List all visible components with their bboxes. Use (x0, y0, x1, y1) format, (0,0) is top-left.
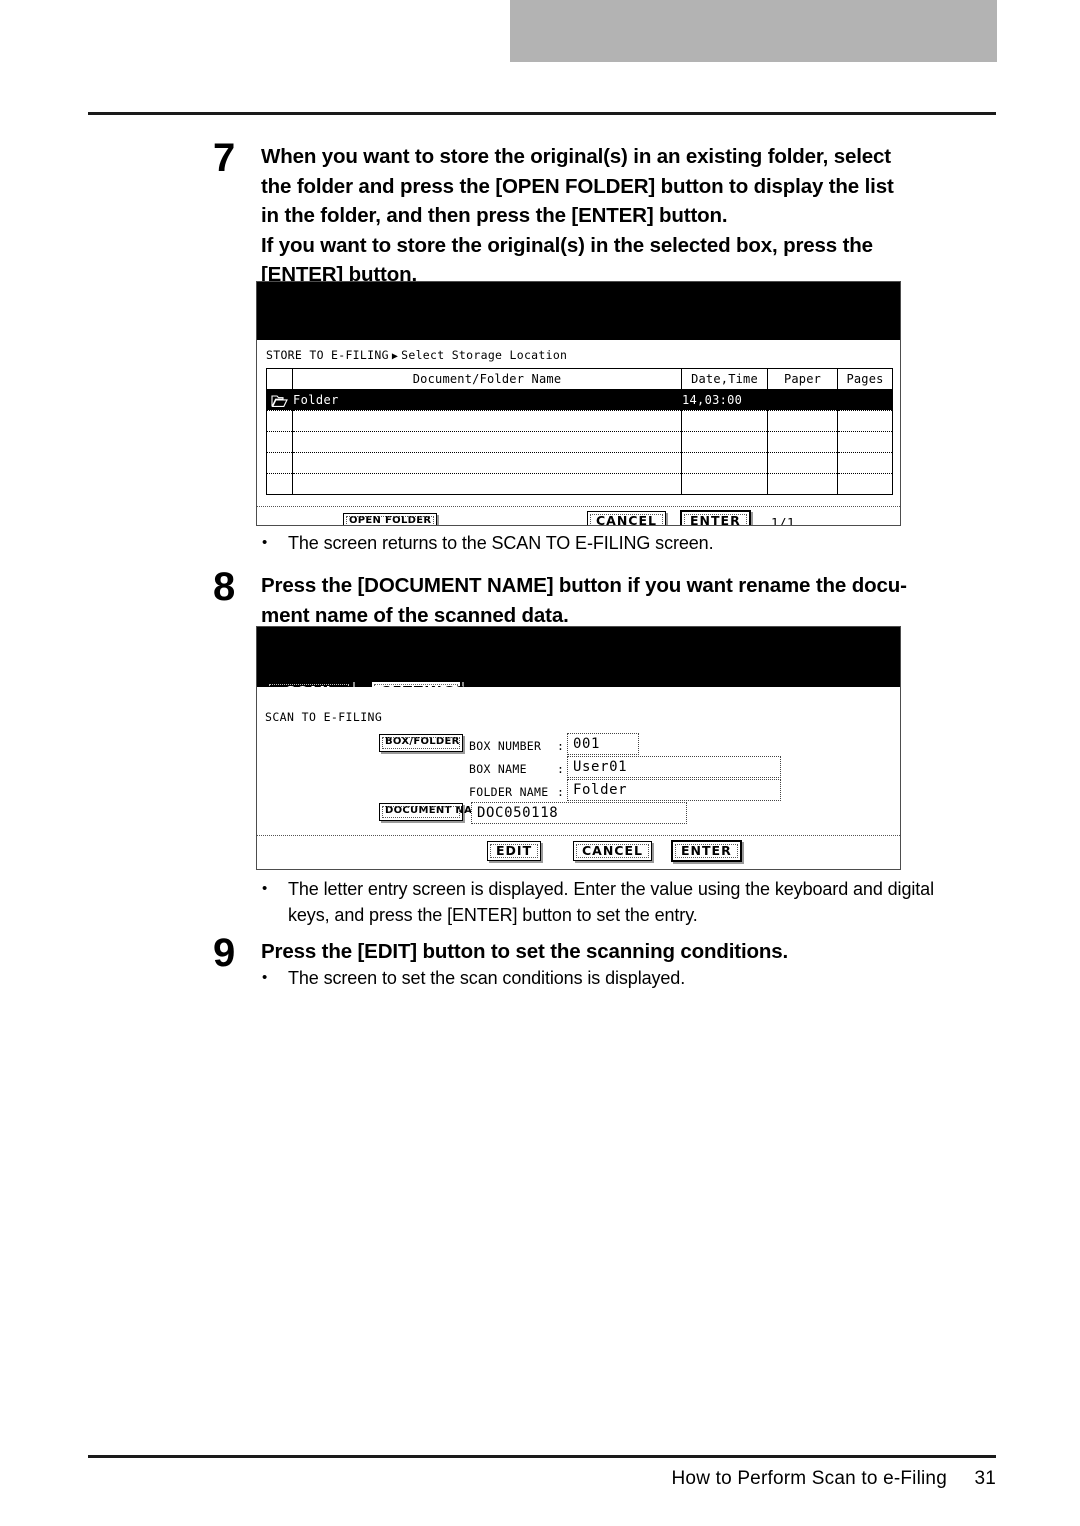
bullet-after-step-8: • The letter entry screen is displayed. … (262, 877, 1002, 928)
enter-button[interactable]: ENTER (680, 510, 751, 525)
lcd-header-band (257, 282, 900, 340)
footer-rule (88, 1455, 996, 1458)
folder-name-value[interactable]: Folder (567, 779, 781, 801)
edit-button[interactable]: EDIT (487, 841, 542, 862)
bullet-dot-icon: • (262, 969, 268, 986)
header-rule (88, 112, 996, 115)
enter-button-2[interactable]: ENTER (671, 840, 742, 863)
lcd-panel-scan-to-efiling: SCAN SETTINGS SCAN TO E-FILING BOX/FOLDE… (256, 626, 901, 870)
box-name-label: BOX NAME (469, 762, 527, 776)
bullet-text: The screen to set the scan conditions is… (288, 968, 686, 988)
footer-title: How to Perform Scan to e-Filing (671, 1468, 947, 1489)
cancel-button[interactable]: CANCEL (587, 511, 666, 525)
lcd-header-band-2: SCAN SETTINGS (257, 627, 900, 706)
cancel-button-2[interactable]: CANCEL (573, 841, 652, 862)
panel1-button-bar: OPEN FOLDER CANCEL ENTER 1/1 (257, 340, 900, 525)
box-number-label: BOX NUMBER (469, 739, 542, 753)
step-7-line-3: in the folder, and then press the [ENTER… (261, 204, 728, 228)
step-7-line-2: the folder and press the [OPEN FOLDER] b… (261, 174, 894, 198)
step-8-number: 8 (213, 565, 236, 609)
bullet-after-step-7: • The screen returns to the SCAN TO E-FI… (262, 531, 962, 557)
page-header-gray-band (510, 0, 997, 62)
panel2-button-separator (257, 835, 900, 836)
open-folder-button[interactable]: OPEN FOLDER (343, 513, 438, 525)
bullet-dot-icon: • (262, 534, 268, 551)
bullet-dot-icon: • (262, 880, 268, 897)
document-name-button[interactable]: DOCUMENT NAME (379, 803, 489, 821)
bullet-text-line-1: The letter entry screen is displayed. En… (288, 879, 934, 899)
lcd-panel-store-to-efiling: STORE TO E-FILING ▶ Select Storage Locatio… (256, 281, 901, 526)
step-7-line-1: When you want to store the original(s) i… (261, 145, 891, 168)
box-number-colon: : (557, 739, 564, 753)
step-9-number: 9 (213, 931, 236, 975)
folder-name-colon: : (557, 785, 564, 799)
step-7-text: When you want to store the original(s) i… (261, 142, 993, 290)
step-8-line-1: Press the [DOCUMENT NAME] button if you … (261, 574, 907, 597)
step-7-line-4: If you want to store the original(s) in … (261, 233, 873, 257)
page-number: 31 (974, 1468, 996, 1489)
document-name-value[interactable]: DOC050118 (471, 802, 687, 824)
bullet-text-line-2: keys, and press the [ENTER] button to se… (288, 904, 698, 925)
bullet-text: The screen returns to the SCAN TO E-FILI… (288, 533, 714, 553)
step-9-text: Press the [EDIT] button to set the scann… (261, 937, 993, 967)
step-7-number: 7 (213, 136, 236, 180)
page-indicator: 1/1 (771, 515, 796, 526)
step-9-line-1: Press the [EDIT] button to set the scann… (261, 940, 789, 963)
step-8-text: Press the [DOCUMENT NAME] button if you … (261, 571, 993, 630)
box-name-colon: : (557, 762, 564, 776)
box-folder-button[interactable]: BOX/FOLDER (379, 734, 463, 752)
screen-title: SCAN TO E-FILING (265, 710, 383, 724)
footer: How to Perform Scan to e-Filing 31 (88, 1468, 996, 1490)
box-number-value[interactable]: 001 (567, 733, 639, 755)
box-name-value[interactable]: User01 (567, 756, 781, 778)
folder-name-label: FOLDER NAME (469, 785, 549, 799)
bullet-after-step-9: • The screen to set the scan conditions … (262, 966, 962, 992)
